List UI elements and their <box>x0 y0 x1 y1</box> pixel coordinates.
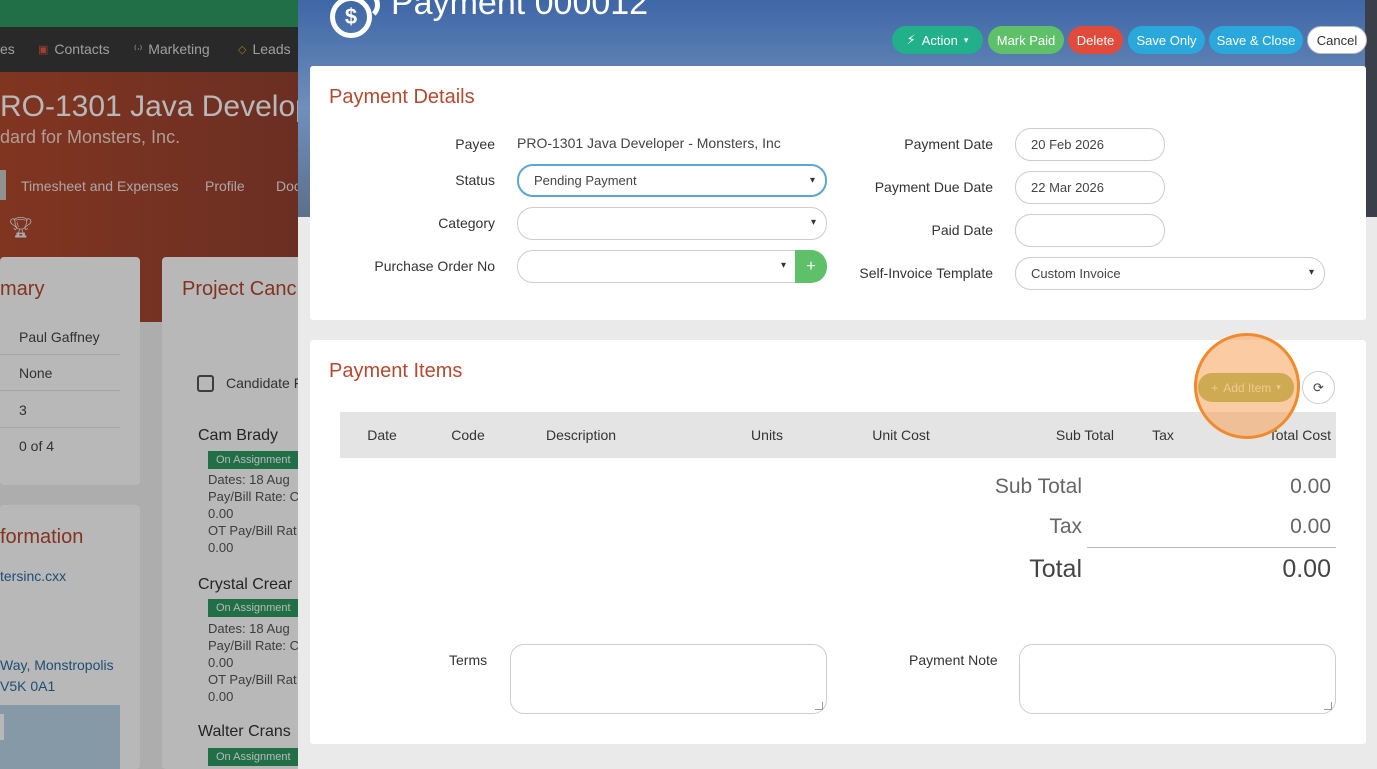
status-label: Status <box>455 172 495 188</box>
payment-due-date-label: Payment Due Date <box>874 179 993 195</box>
category-label: Category <box>438 215 495 231</box>
mark-paid-button[interactable]: Mark Paid <box>988 26 1064 54</box>
delete-button[interactable]: Delete <box>1068 26 1123 54</box>
lightning-icon: ⚡︎ <box>906 32 916 47</box>
payment-items-title: Payment Items <box>329 360 463 382</box>
column-header-tax[interactable]: Tax <box>1118 412 1208 458</box>
add-item-label: Add Item <box>1223 380 1272 395</box>
plus-icon: + <box>1211 380 1219 395</box>
payment-date-input[interactable]: 20 Feb 2026 <box>1015 128 1165 161</box>
payment-details-title: Payment Details <box>329 86 475 108</box>
sub-total-value: 0.00 <box>1290 475 1331 498</box>
add-purchase-order-button[interactable]: + <box>795 250 827 283</box>
column-header-total-cost[interactable]: Total Cost <box>1208 412 1336 458</box>
action-button-label: Action <box>921 32 958 48</box>
chevron-down-icon: ▾ <box>809 175 815 186</box>
payment-due-date-input[interactable]: 22 Mar 2026 <box>1015 171 1165 204</box>
save-close-button[interactable]: Save & Close <box>1209 26 1303 54</box>
self-invoice-template-select[interactable]: Custom Invoice ▾ <box>1015 257 1325 290</box>
column-header-description[interactable]: Description <box>512 412 708 458</box>
cancel-button[interactable]: Cancel <box>1307 26 1367 54</box>
total-value: 0.00 <box>1282 555 1331 583</box>
self-invoice-template-label: Self-Invoice Template <box>859 265 993 281</box>
plus-icon: + <box>806 257 816 275</box>
payee-value: PRO-1301 Java Developer - Monsters, Inc <box>517 135 781 151</box>
status-select[interactable]: Pending Payment ▾ <box>517 164 827 197</box>
tax-label: Tax <box>1049 515 1082 538</box>
action-button[interactable]: ⚡︎ Action ▾ <box>892 26 983 54</box>
modal-title: Payment 000012 <box>391 0 649 22</box>
payment-items-table: Date Code Description Units Unit Cost Su… <box>340 412 1336 458</box>
chevron-down-icon: ▾ <box>810 217 816 228</box>
chevron-down-icon: ▾ <box>1276 382 1281 392</box>
modal-header-edge <box>1365 0 1377 217</box>
column-header-code[interactable]: Code <box>424 412 512 458</box>
totals-divider <box>1087 547 1336 548</box>
purchase-order-label: Purchase Order No <box>374 258 495 274</box>
terms-textarea[interactable] <box>510 644 827 714</box>
purchase-order-select[interactable]: ▾ <box>517 250 797 283</box>
payment-note-textarea[interactable] <box>1019 644 1336 714</box>
payee-label: Payee <box>455 136 495 152</box>
payment-date-label: Payment Date <box>904 136 993 152</box>
tax-value: 0.00 <box>1290 515 1331 538</box>
refresh-button[interactable]: ⟳ <box>1302 371 1335 404</box>
column-header-date[interactable]: Date <box>340 412 424 458</box>
paid-date-label: Paid Date <box>931 222 993 238</box>
self-invoice-template-value: Custom Invoice <box>1031 266 1121 281</box>
refresh-icon: ⟳ <box>1313 379 1324 395</box>
save-only-button[interactable]: Save Only <box>1128 26 1205 54</box>
payment-note-label: Payment Note <box>909 652 998 668</box>
chevron-down-icon: ▾ <box>780 260 786 271</box>
table-header-row: Date Code Description Units Unit Cost Su… <box>340 412 1336 458</box>
chevron-down-icon: ▾ <box>963 34 969 45</box>
resize-handle-icon[interactable] <box>1324 702 1332 710</box>
column-header-unit-cost[interactable]: Unit Cost <box>826 412 976 458</box>
resize-handle-icon[interactable] <box>815 702 823 710</box>
add-item-button[interactable]: + Add Item ▾ <box>1198 373 1294 402</box>
terms-label: Terms <box>449 652 488 668</box>
column-header-sub-total[interactable]: Sub Total <box>976 412 1118 458</box>
total-label: Total <box>1029 555 1082 583</box>
status-select-value: Pending Payment <box>534 173 637 188</box>
paid-date-input[interactable] <box>1015 214 1165 247</box>
sub-total-label: Sub Total <box>994 475 1082 498</box>
chevron-down-icon: ▾ <box>1308 267 1314 278</box>
column-header-units[interactable]: Units <box>708 412 826 458</box>
category-select[interactable]: ▾ <box>517 207 827 240</box>
